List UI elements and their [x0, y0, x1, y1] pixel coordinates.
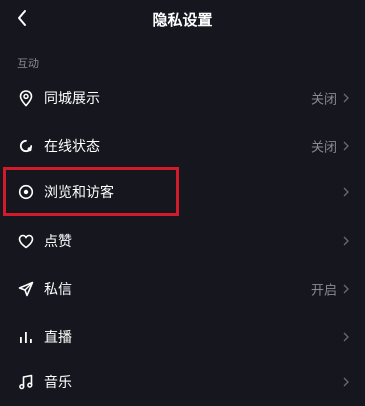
setting-row-private-messages[interactable]: 私信 开启	[0, 265, 365, 313]
setting-row-label: 在线状态	[44, 139, 100, 155]
section-label-interaction: 互动	[17, 57, 39, 70]
setting-row-nearby-display[interactable]: 同城展示 关闭	[0, 74, 365, 122]
highlight-annotation-box	[3, 167, 179, 216]
setting-row-label: 点赞	[44, 234, 72, 250]
location-pin-icon	[17, 89, 35, 107]
setting-row-label: 同城展示	[44, 91, 100, 107]
bars-icon	[17, 328, 35, 346]
setting-row-value: 关闭	[310, 92, 337, 108]
send-icon	[17, 280, 35, 298]
setting-row-online-status[interactable]: 在线状态 关闭	[0, 122, 365, 170]
page-title: 隐私设置	[152, 11, 213, 29]
online-status-icon	[17, 137, 35, 155]
chevron-right-icon	[341, 91, 351, 105]
setting-row-label: 音乐	[44, 375, 72, 391]
chevron-right-icon	[341, 282, 351, 296]
top-bar: 隐私设置	[0, 0, 365, 38]
heart-icon	[17, 232, 35, 250]
setting-row-live[interactable]: 直播	[0, 313, 365, 361]
chevron-right-icon	[341, 330, 351, 344]
chevron-right-icon	[341, 139, 351, 153]
chevron-right-icon	[341, 234, 351, 248]
setting-row-value: 关闭	[310, 140, 337, 156]
setting-row-value: 开启	[310, 283, 337, 299]
chevron-right-icon	[341, 185, 351, 199]
music-note-icon	[17, 373, 35, 391]
setting-row-music[interactable]: 音乐	[0, 358, 365, 406]
setting-row-label: 直播	[44, 330, 72, 346]
chevron-right-icon	[341, 375, 351, 389]
setting-row-likes[interactable]: 点赞	[0, 217, 365, 265]
setting-row-label: 私信	[44, 282, 72, 298]
